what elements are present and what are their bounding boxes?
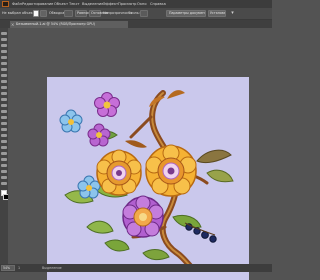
document-tab-title: Безымянный-1.ai @ 54% (RGB/Просмотр GPU) [16,22,95,26]
menu-item-effect[interactable]: Эффект [103,2,118,6]
artboard-navigation[interactable]: 1 [18,265,20,271]
perspective-grid-tool-icon[interactable] [1,122,7,125]
artboard-tool-icon[interactable] [1,164,7,167]
eraser-tool-icon[interactable] [1,86,7,89]
magic-wand-tool-icon[interactable] [1,44,7,47]
selection-tool-icon[interactable] [1,32,7,35]
symbol-sprayer-tool-icon[interactable] [1,152,7,155]
control-bar: Не выбран объект Обводка: Равномерно Осн… [0,8,272,20]
mesh-tool-icon[interactable] [1,128,7,131]
canvas-area[interactable] [8,28,272,280]
zoom-tool-icon[interactable] [1,182,7,185]
stroke-swatch[interactable] [40,10,47,17]
direct-selection-tool-icon[interactable] [1,38,7,41]
pencil-tool-icon[interactable] [1,80,7,83]
current-tool-status: Выделение [42,266,62,270]
rotate-tool-icon[interactable] [1,92,7,95]
brush-select[interactable]: Основная [89,10,108,17]
preferences-button[interactable]: Установки [208,10,226,17]
menu-item-select[interactable]: Выделение [82,2,103,6]
app-logo [2,1,9,7]
menu-item-help[interactable]: Справка [150,2,166,6]
line-tool-icon[interactable] [1,62,7,65]
menu-bar: Файл Редактирование Объект Текст Выделен… [0,0,272,8]
pen-tool-icon[interactable] [1,50,7,53]
zoom-level-field[interactable]: 54% [1,265,15,271]
menu-item-edit[interactable]: Редактирование [22,2,53,6]
stroke-label: Обводка: [49,11,66,15]
arrange-icon[interactable]: ▾ [229,10,236,17]
artboard[interactable] [47,77,249,280]
close-icon[interactable]: × [11,21,14,28]
status-bar: 54% 1 Выделение [0,264,272,272]
eyedropper-tool-icon[interactable] [1,140,7,143]
paintbrush-tool-icon[interactable] [1,74,7,77]
style-label: Стиль: [128,11,140,15]
blend-tool-icon[interactable] [1,146,7,149]
document-tab-bar: × Безымянный-1.ai @ 54% (RGB/Просмотр GP… [0,20,272,28]
width-tool-icon[interactable] [1,104,7,107]
variable-width-select[interactable]: Равномерно [75,10,99,17]
type-tool-icon[interactable] [1,56,7,59]
tools-panel [0,28,9,264]
rectangle-tool-icon[interactable] [1,68,7,71]
document-setup-button[interactable]: Параметры документа [166,10,206,17]
menu-item-window[interactable]: Окно [137,2,147,6]
selection-status: Не выбран объект [2,11,35,15]
fill-swatch[interactable] [33,10,39,17]
style-select[interactable] [140,10,148,17]
scale-tool-icon[interactable] [1,98,7,101]
shape-builder-tool-icon[interactable] [1,116,7,119]
menu-item-object[interactable]: Объект [54,2,68,6]
hand-tool-icon[interactable] [1,176,7,179]
menu-item-file[interactable]: Файл [12,2,22,6]
stroke-weight-select[interactable] [64,10,73,17]
graph-tool-icon[interactable] [1,158,7,161]
gradient-tool-icon[interactable] [1,134,7,137]
menu-item-view[interactable]: Просмотр [118,2,136,6]
free-transform-tool-icon[interactable] [1,110,7,113]
menu-item-type[interactable]: Текст [69,2,80,6]
slice-tool-icon[interactable] [1,170,7,173]
document-tab[interactable]: × Безымянный-1.ai @ 54% (RGB/Просмотр GP… [10,21,128,28]
